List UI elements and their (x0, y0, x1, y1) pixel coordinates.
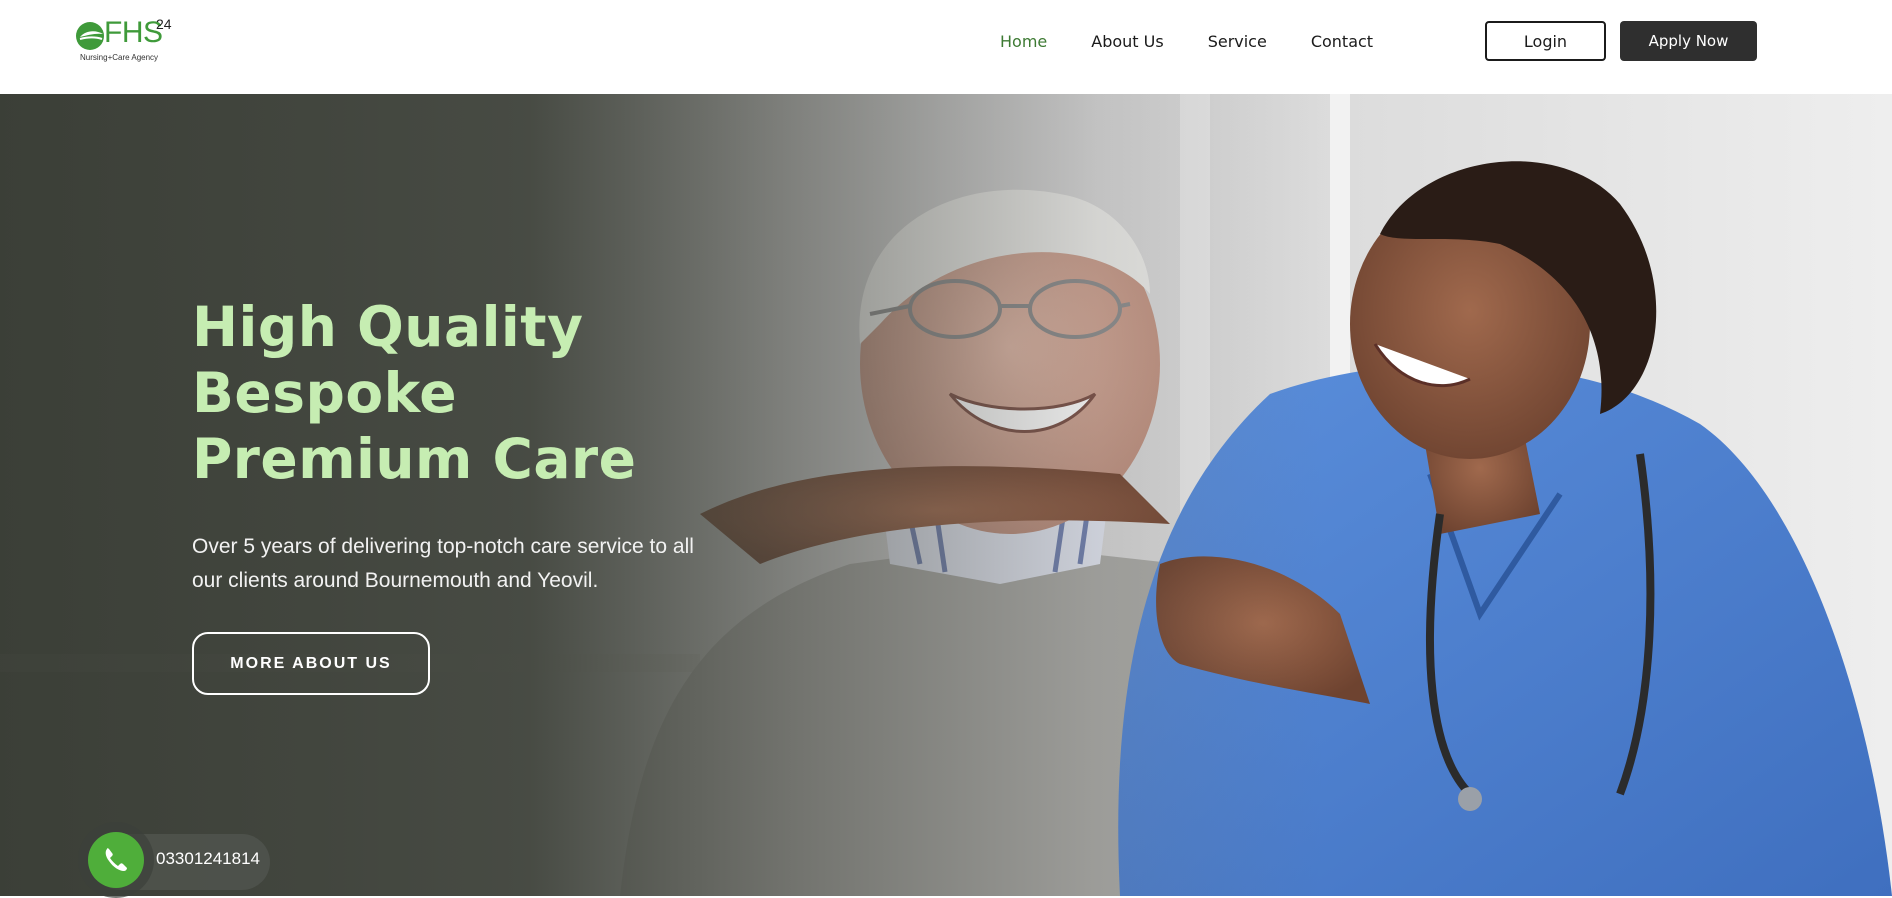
hero-subtitle: Over 5 years of delivering top-notch car… (192, 535, 694, 592)
nav-item-service[interactable]: Service (1208, 32, 1267, 51)
main-nav: Home About Us Service Contact (1000, 0, 1417, 82)
nav-item-contact[interactable]: Contact (1311, 32, 1373, 51)
phone-icon (105, 848, 127, 871)
hero-dark-overlay (0, 94, 1892, 896)
nav-item-about-us[interactable]: About Us (1091, 32, 1163, 51)
hero-title-line: Premium Care (192, 427, 637, 491)
call-widget[interactable]: 03301241814 (78, 822, 270, 898)
more-about-us-button[interactable]: MORE ABOUT US (192, 632, 430, 695)
login-button[interactable]: Login (1485, 21, 1606, 61)
site-header: FHS 24 Nursing+Care Agency Home About Us… (0, 0, 1892, 94)
hero-section: High Quality Bespoke Premium Care Over 5… (0, 94, 1892, 896)
apply-now-button[interactable]: Apply Now (1620, 21, 1757, 61)
logo-tagline: Nursing+Care Agency (80, 53, 159, 62)
phone-button[interactable] (88, 832, 144, 888)
hero-title-line: Bespoke (192, 361, 458, 425)
brand-logo[interactable]: FHS 24 Nursing+Care Agency (74, 16, 184, 66)
logo-text: FHS (104, 16, 163, 49)
hero-title: High Quality Bespoke Premium Care (192, 294, 636, 492)
hero-title-line: High Quality (192, 295, 584, 359)
phone-number[interactable]: 03301241814 (156, 849, 260, 869)
nav-item-home[interactable]: Home (1000, 32, 1047, 51)
logo-leaf-icon (76, 22, 104, 50)
logo-superscript: 24 (156, 16, 172, 32)
